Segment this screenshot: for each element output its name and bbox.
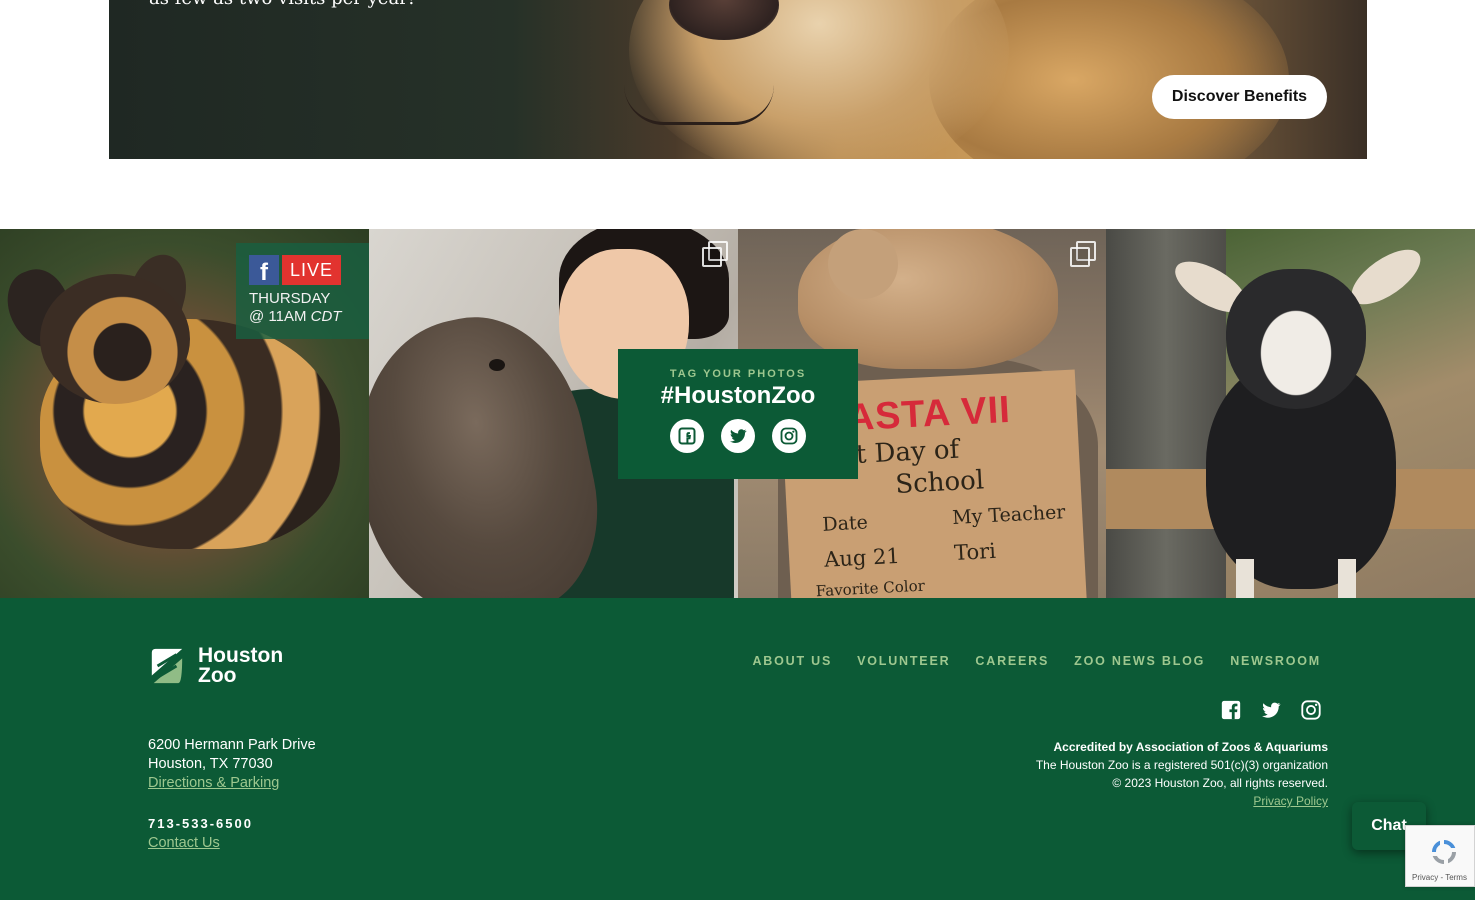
live-time: @ 11AM CDT — [249, 308, 369, 326]
privacy-policy-link[interactable]: Privacy Policy — [1253, 794, 1328, 808]
multiple-photos-icon — [702, 241, 728, 267]
instagram-icon[interactable] — [772, 419, 806, 453]
live-label: LIVE — [282, 255, 342, 285]
hero-caption: as few as two visits per year! — [149, 0, 415, 9]
address-line-2: Houston, TX 77030 — [148, 756, 273, 772]
live-day: THURSDAY — [249, 290, 331, 307]
multiple-photos-icon — [1070, 241, 1096, 267]
sign-date-value: Aug 21 — [823, 543, 901, 572]
directions-parking-link[interactable]: Directions & Parking — [148, 775, 279, 791]
logo-wordmark: Houston Zoo — [198, 644, 284, 687]
legal-info: Accredited by Association of Zoos & Aqua… — [1036, 738, 1328, 810]
facebook-icon[interactable] — [670, 419, 704, 453]
logo-line-1: Houston — [198, 644, 284, 667]
twitter-icon[interactable] — [721, 419, 755, 453]
sign-teacher-value: Tori — [953, 538, 997, 565]
instagram-post-goat[interactable] — [1106, 229, 1475, 598]
accreditation-text: Accredited by Association of Zoos & Aqua… — [1053, 740, 1329, 754]
facebook-icon[interactable] — [1219, 698, 1243, 722]
zoo-address: 6200 Hermann Park Drive Houston, TX 7703… — [148, 736, 316, 793]
sign-date-label: Date — [821, 511, 869, 536]
discover-benefits-button[interactable]: Discover Benefits — [1152, 75, 1327, 119]
lion-mouth-image — [624, 85, 774, 125]
tag-your-photos-card: TAG YOUR PHOTOS #HoustonZoo — [618, 349, 858, 479]
facebook-live-badge: f LIVE THURSDAY @ 11AM CDT — [236, 243, 369, 339]
nonprofit-text: The Houston Zoo is a registered 501(c)(3… — [1035, 758, 1328, 772]
contact-block: 713-533-6500 Contact Us — [148, 814, 253, 853]
recaptcha-icon — [1432, 840, 1456, 864]
footer-link-about-us[interactable]: ABOUT US — [752, 654, 832, 668]
footer-link-volunteer[interactable]: VOLUNTEER — [857, 654, 950, 668]
hashtag-title: #HoustonZoo — [660, 382, 816, 409]
footer-social-links — [1219, 698, 1323, 722]
goat-legs-image — [1236, 559, 1356, 598]
goat-head-image — [1226, 269, 1366, 409]
twitter-icon[interactable] — [1259, 698, 1283, 722]
instagram-post-painted-dog[interactable]: f LIVE THURSDAY @ 11AM CDT — [0, 229, 369, 598]
copyright-text: © 2023 Houston Zoo, all rights reserved. — [1112, 776, 1328, 790]
site-footer: Houston Zoo ABOUT US VOLUNTEER CAREERS Z… — [0, 598, 1475, 900]
sign-favorite-label: Favorite Color — [815, 576, 926, 598]
footer-link-newsroom[interactable]: NEWSROOM — [1230, 654, 1321, 668]
contact-us-link[interactable]: Contact Us — [148, 835, 220, 851]
cougar-head-image — [828, 229, 898, 299]
logo-line-2: Zoo — [198, 664, 237, 687]
instagram-icon[interactable] — [1299, 698, 1323, 722]
footer-link-zoo-news-blog[interactable]: ZOO NEWS BLOG — [1074, 654, 1205, 668]
phone-number: 713-533-6500 — [148, 816, 253, 831]
footer-nav: ABOUT US VOLUNTEER CAREERS ZOO NEWS BLOG… — [752, 654, 1321, 668]
sea-lion-eye-image — [489, 359, 505, 371]
dog-head-image — [40, 274, 190, 404]
houston-zoo-logo[interactable]: Houston Zoo — [148, 644, 284, 687]
recaptcha-links[interactable]: Privacy - Terms — [1412, 873, 1467, 882]
facebook-logo-icon: f — [249, 255, 279, 285]
zoo-logo-icon — [151, 648, 183, 684]
sign-teacher-label: My Teacher — [951, 501, 1066, 530]
live-time-zone: CDT — [310, 308, 342, 325]
recaptcha-badge[interactable]: Privacy - Terms — [1405, 825, 1475, 887]
footer-link-careers[interactable]: CAREERS — [975, 654, 1049, 668]
live-time-prefix: @ 11AM — [249, 308, 311, 325]
tag-kicker: TAG YOUR PHOTOS — [669, 368, 807, 380]
membership-hero-banner: as few as two visits per year! Discover … — [109, 0, 1367, 159]
address-line-1: 6200 Hermann Park Drive — [148, 737, 316, 753]
